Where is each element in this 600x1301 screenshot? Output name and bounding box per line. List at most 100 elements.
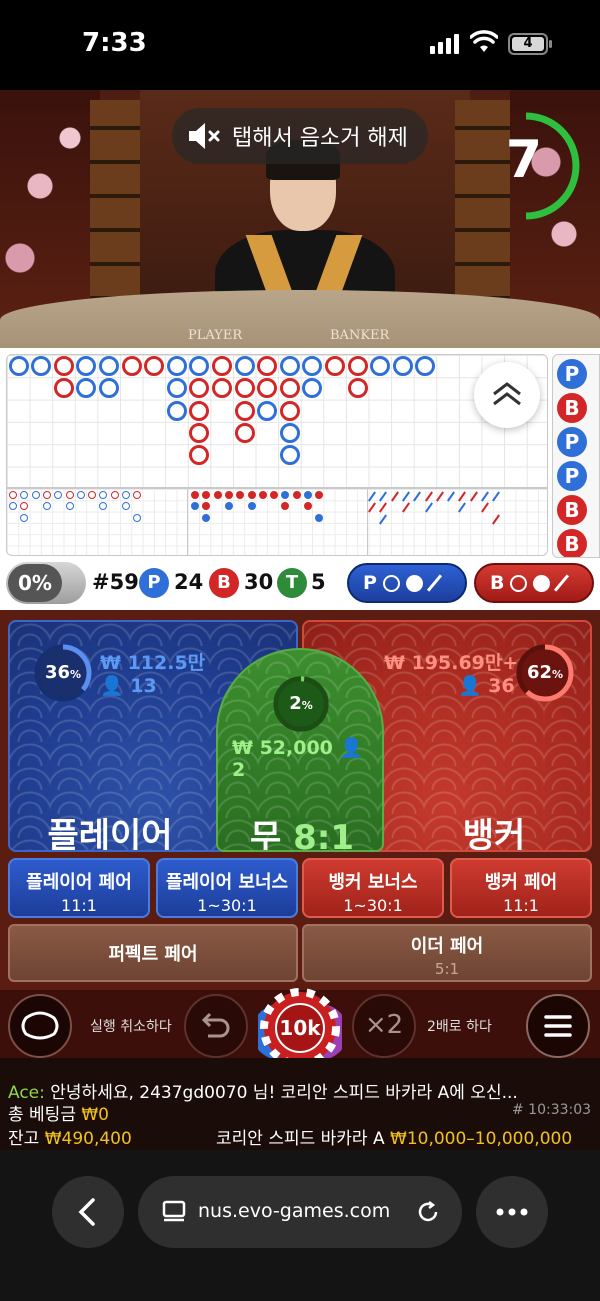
signal-icon — [430, 34, 459, 54]
road-marker — [31, 491, 40, 499]
either-pair-button[interactable]: 이더 페어 5:1 — [302, 924, 592, 982]
road-marker — [379, 491, 388, 502]
banker-bonus-button[interactable]: 뱅커 보너스 1~30:1 — [302, 858, 444, 918]
tie-bet-amount: ₩ 52,000 👤 2 — [232, 737, 364, 781]
unmute-button[interactable]: 탭해서 음소거 해제 — [172, 108, 428, 164]
road-marker — [211, 356, 232, 376]
chevron-left-icon — [78, 1198, 95, 1226]
prediction-marker: B — [557, 529, 587, 557]
tie-bet-spot[interactable]: 2% ₩ 52,000 👤 2 무 8:1 — [216, 648, 384, 852]
app-screen: 7:33 4 PLAYER BANKER 탭해서 음소거 해제 7 P B P … — [0, 0, 600, 1301]
road-marker — [189, 356, 210, 376]
address-bar[interactable]: nus.evo-games.com — [138, 1176, 462, 1248]
undo-label: 실행 취소하다 — [90, 1019, 172, 1035]
unmute-label: 탭해서 음소거 해제 — [232, 126, 408, 151]
road-marker — [9, 502, 17, 511]
betting-area: 36% ₩ 112.5만 👤 13 플레이어 ₩ 195.69만+ 👤 36 6… — [0, 610, 600, 990]
road-marker — [447, 491, 456, 502]
road-marker — [279, 356, 300, 376]
player-bettors: 👤 13 — [100, 675, 157, 697]
road-marker — [234, 378, 255, 399]
battery-level: 4 — [512, 37, 544, 51]
table-label-player: PLAYER — [188, 328, 243, 343]
road-marker — [189, 445, 210, 466]
chevron-up-icon — [493, 382, 521, 406]
derived-roads[interactable] — [6, 488, 548, 556]
road-marker — [279, 445, 300, 466]
chat-message: 안녕하세요, 2437gd0070 님! 코리안 스피드 바카라 A에 오신..… — [44, 1083, 518, 1103]
ring-icon — [382, 574, 400, 592]
table-limits: 코리안 스피드 바카라 A ₩10,000–10,000,000 — [216, 1129, 573, 1149]
live-video[interactable]: PLAYER BANKER 탭해서 음소거 해제 7 — [0, 90, 600, 348]
controls-bar: 실행 취소하다 10k ×2 2배로 하다 — [0, 988, 600, 1068]
double-symbol: ×2 — [364, 1010, 404, 1040]
undo-icon — [201, 1012, 230, 1038]
road-marker — [370, 356, 391, 376]
slash-icon — [554, 574, 570, 592]
double-label: 2배로 하다 — [427, 1019, 492, 1035]
player-percent: 36 — [44, 662, 71, 683]
reader-icon — [162, 1200, 186, 1222]
road-marker — [368, 491, 376, 502]
road-marker — [247, 502, 256, 511]
prediction-column: PBPPBB — [552, 354, 600, 558]
road-marker — [166, 378, 187, 399]
road-marker — [189, 378, 210, 399]
road-marker — [435, 491, 444, 502]
road-marker — [413, 491, 422, 502]
road-marker — [166, 356, 187, 376]
player-pair-button[interactable]: 플레이어 페어 11:1 — [8, 858, 150, 918]
road-marker — [258, 491, 267, 499]
road-marker — [99, 502, 108, 511]
road-marker — [315, 491, 324, 499]
undo-button[interactable] — [184, 994, 248, 1058]
road-marker — [9, 491, 17, 499]
person-icon: 👤 — [100, 675, 124, 697]
ellipsis-icon — [496, 1208, 528, 1216]
road-marker — [98, 356, 119, 376]
road-marker — [315, 513, 324, 522]
percent-toggle[interactable]: 0% — [6, 562, 86, 604]
status-bar: 7:33 4 — [0, 0, 600, 90]
player-ask-button[interactable]: P — [347, 563, 467, 603]
road-marker — [133, 491, 142, 499]
road-marker — [347, 356, 368, 376]
player-percent-donut: 36% — [32, 642, 94, 704]
banker-percent: 62 — [526, 662, 553, 683]
road-marker — [42, 491, 51, 499]
back-button[interactable] — [52, 1176, 124, 1248]
banker-pair-button[interactable]: 뱅커 페어 11:1 — [450, 858, 592, 918]
battery-icon: 4 — [508, 33, 552, 55]
banker-ask-button[interactable]: B — [474, 563, 594, 603]
road-marker — [247, 491, 256, 499]
road-marker — [302, 356, 323, 376]
road-marker — [390, 491, 399, 502]
road-marker — [292, 491, 301, 499]
road-marker — [202, 502, 211, 511]
more-button[interactable] — [476, 1176, 548, 1248]
road-marker — [213, 491, 222, 499]
road-marker — [53, 378, 74, 399]
road-marker — [191, 502, 199, 511]
banker-bet-amount: ₩ 195.69만+ — [384, 652, 519, 674]
menu-button[interactable] — [526, 994, 590, 1058]
table-view-button[interactable] — [8, 994, 72, 1058]
person-icon: 👤 — [458, 675, 482, 697]
big-road[interactable] — [6, 354, 548, 488]
countdown-value: 7 — [505, 130, 543, 190]
expand-roads-button[interactable] — [474, 362, 540, 428]
browser-toolbar: nus.evo-games.com — [0, 1150, 600, 1301]
perfect-pair-button[interactable]: 퍼펙트 페어 — [8, 924, 298, 982]
double-button[interactable]: ×2 — [352, 994, 416, 1058]
road-marker — [401, 502, 410, 513]
road-marker — [257, 356, 278, 376]
player-bonus-button[interactable]: 플레이어 보너스 1~30:1 — [156, 858, 298, 918]
road-marker — [368, 502, 376, 513]
banker-count: 30 — [244, 570, 274, 594]
road-marker — [54, 491, 63, 499]
prediction-marker: P — [557, 359, 587, 389]
road-marker — [392, 356, 413, 376]
road-marker — [379, 514, 388, 525]
reload-icon[interactable] — [414, 1198, 442, 1226]
tie-odds: 8:1 — [293, 818, 355, 852]
